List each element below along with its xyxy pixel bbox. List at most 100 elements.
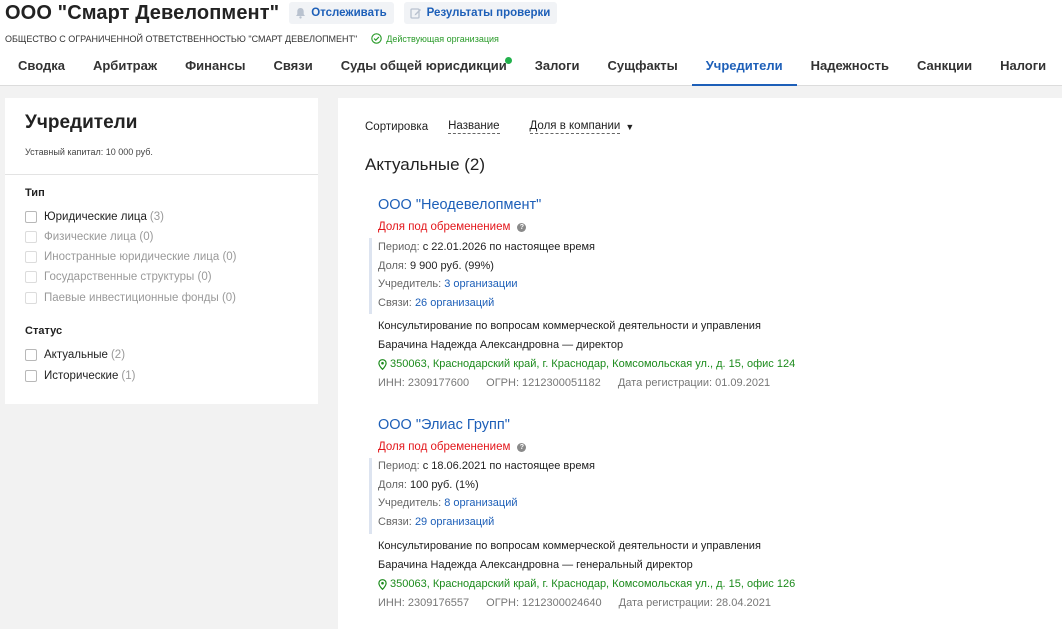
sort-by-share[interactable]: Доля в компании: [529, 120, 621, 134]
track-button[interactable]: Отслеживать: [289, 2, 394, 24]
checkbox[interactable]: [25, 211, 37, 223]
tab-links[interactable]: Связи: [259, 50, 326, 86]
tab-finance[interactable]: Финансы: [171, 50, 259, 86]
period-value: с 22.01.2026 по настоящее время: [422, 241, 595, 253]
status-text: Действующая организация: [386, 33, 499, 44]
filter-historical[interactable]: Исторические (1): [25, 367, 135, 385]
links-label: Связи:: [378, 516, 412, 528]
filter-label: Актуальные: [44, 349, 108, 361]
founder-card: ООО "Неодевелопмент" Доля под обременени…: [369, 197, 1058, 397]
director-text: Барачина Надежда Александровна — генерал…: [378, 559, 693, 571]
activity-text: Консультирование по вопросам коммерческо…: [378, 320, 761, 332]
founder-card: ООО "Элиас Групп" Доля под обременением …: [369, 417, 1058, 617]
registration-date: Дата регистрации: 01.09.2021: [617, 377, 771, 389]
tab-arbitration[interactable]: Арбитраж: [79, 50, 171, 86]
tab-label: Надежность: [810, 58, 889, 73]
share-value: 9 900 руб. (99%): [409, 260, 494, 272]
company-full-name: ОБЩЕСТВО С ОГРАНИЧЕННОЙ ОТВЕТСТВЕННОСТЬЮ…: [5, 33, 358, 44]
title-row: ООО "Смарт Девелопмент" Отслеживать Резу…: [5, 0, 558, 26]
details-bar: [369, 458, 372, 534]
page-header: ООО "Смарт Девелопмент" Отслеживать Резу…: [0, 0, 1062, 86]
address-link[interactable]: 350063, Краснодарский край, г. Краснодар…: [378, 358, 795, 370]
tab-label: Сущфакты: [607, 58, 678, 73]
address-link[interactable]: 350063, Краснодарский край, г. Краснодар…: [378, 578, 795, 590]
links-row: Связи: 26 организаций: [378, 297, 494, 309]
filter-label: Физические лица (0): [44, 231, 154, 243]
sidebar-title: Учредители: [25, 112, 138, 133]
links-label: Связи:: [378, 297, 412, 309]
filter-legal-entities[interactable]: Юридические лица (3): [25, 208, 164, 226]
tab-label: Сводка: [18, 58, 65, 73]
registration-info: ИНН: 2309176557 ОГРН: 1212300024640 Дата…: [378, 597, 771, 609]
help-icon[interactable]: ?: [517, 222, 527, 232]
type-filter-title: Тип: [25, 187, 45, 199]
period-row: Период: с 18.06.2021 по настоящее время: [378, 460, 595, 472]
tab-bar: Сводка Арбитраж Финансы Связи Суды общей…: [0, 50, 1060, 86]
checkbox[interactable]: [25, 349, 37, 361]
tab-reliability[interactable]: Надежность: [797, 50, 903, 86]
inn: ИНН: 2309176557: [378, 597, 470, 609]
sort-by-name[interactable]: Название: [448, 120, 500, 134]
details-bar: [369, 238, 372, 314]
filter-count: (1): [121, 370, 136, 382]
tab-label: Арбитраж: [92, 58, 158, 73]
pledge-notice: Доля под обременением ?: [378, 441, 527, 453]
tab-sanctions[interactable]: Санкции: [903, 50, 986, 86]
period-label: Период:: [378, 241, 420, 253]
address-text: 350063, Краснодарский край, г. Краснодар…: [390, 358, 796, 370]
share-row: Доля: 100 руб. (1%): [378, 479, 479, 491]
tab-label: Залоги: [534, 58, 580, 73]
founder-name-link[interactable]: ООО "Неодевелопмент": [378, 197, 541, 213]
tab-label: Санкции: [916, 58, 973, 73]
pledge-text: Доля под обременением: [378, 221, 511, 233]
company-full-name-row: ОБЩЕСТВО С ОГРАНИЧЕННОЙ ОТВЕТСТВЕННОСТЬЮ…: [5, 33, 499, 44]
tab-label: Финансы: [185, 58, 246, 73]
filter-sidebar: Учредители Уставный капитал: 10 000 руб.…: [5, 98, 318, 404]
pledge-text: Доля под обременением: [378, 441, 511, 453]
filter-label: Государственные структуры (0): [44, 271, 212, 283]
tab-label: Учредители: [705, 58, 783, 73]
caret-down-icon[interactable]: ▼: [625, 122, 634, 132]
founder-label: Учредитель:: [378, 278, 442, 290]
sort-bar: Сортировка Название Доля в компании ▼: [365, 120, 634, 134]
filter-state-structures: Государственные структуры (0): [25, 268, 212, 286]
filter-label: Исторические: [44, 370, 119, 382]
share-label: Доля:: [378, 479, 407, 491]
founder-label: Учредитель:: [378, 497, 442, 509]
pledge-notice: Доля под обременением ?: [378, 221, 527, 233]
founder-row: Учредитель: 3 организации: [378, 278, 518, 290]
filter-actual[interactable]: Актуальные (2): [25, 346, 125, 364]
founder-name-link[interactable]: ООО "Элиас Групп": [378, 417, 510, 433]
founder-orgs-link[interactable]: 3 организации: [444, 278, 517, 290]
tab-pledges[interactable]: Залоги: [521, 50, 594, 86]
tab-facts[interactable]: Сущфакты: [594, 50, 692, 86]
tab-taxes[interactable]: Налоги: [986, 50, 1060, 86]
filter-count: (3): [149, 211, 164, 223]
share-value: 100 руб. (1%): [409, 479, 479, 491]
tab-founders[interactable]: Учредители: [691, 50, 797, 86]
check-circle-icon: [371, 33, 382, 44]
ogrn: ОГРН: 1212300051182: [486, 377, 601, 389]
founder-orgs-link[interactable]: 8 организаций: [444, 497, 517, 509]
tab-summary[interactable]: Сводка: [0, 50, 79, 86]
tab-label: Суды общей юрисдикции: [340, 58, 507, 73]
filter-count: (2): [110, 349, 126, 361]
filter-mutual-funds: Паевые инвестиционные фонды (0): [25, 289, 236, 307]
new-indicator-dot: [504, 57, 512, 64]
status-filter-title: Статус: [25, 325, 63, 337]
map-pin-icon: [378, 358, 387, 370]
founders-panel: Сортировка Название Доля в компании ▼ Ак…: [338, 98, 1062, 629]
links-orgs-link[interactable]: 29 организаций: [415, 516, 494, 528]
filter-foreign-entities: Иностранные юридические лица (0): [25, 248, 237, 266]
period-value: с 18.06.2021 по настоящее время: [422, 460, 595, 472]
checkbox: [25, 292, 37, 304]
checkbox: [25, 231, 37, 243]
share-row: Доля: 9 900 руб. (99%): [378, 260, 494, 272]
check-results-button[interactable]: Результаты проверки: [403, 2, 558, 24]
checkbox[interactable]: [25, 370, 37, 382]
map-pin-icon: [378, 578, 387, 590]
links-orgs-link[interactable]: 26 организаций: [415, 297, 494, 309]
help-icon[interactable]: ?: [517, 442, 527, 452]
checkbox: [25, 251, 37, 263]
tab-courts[interactable]: Суды общей юрисдикции: [327, 50, 521, 86]
